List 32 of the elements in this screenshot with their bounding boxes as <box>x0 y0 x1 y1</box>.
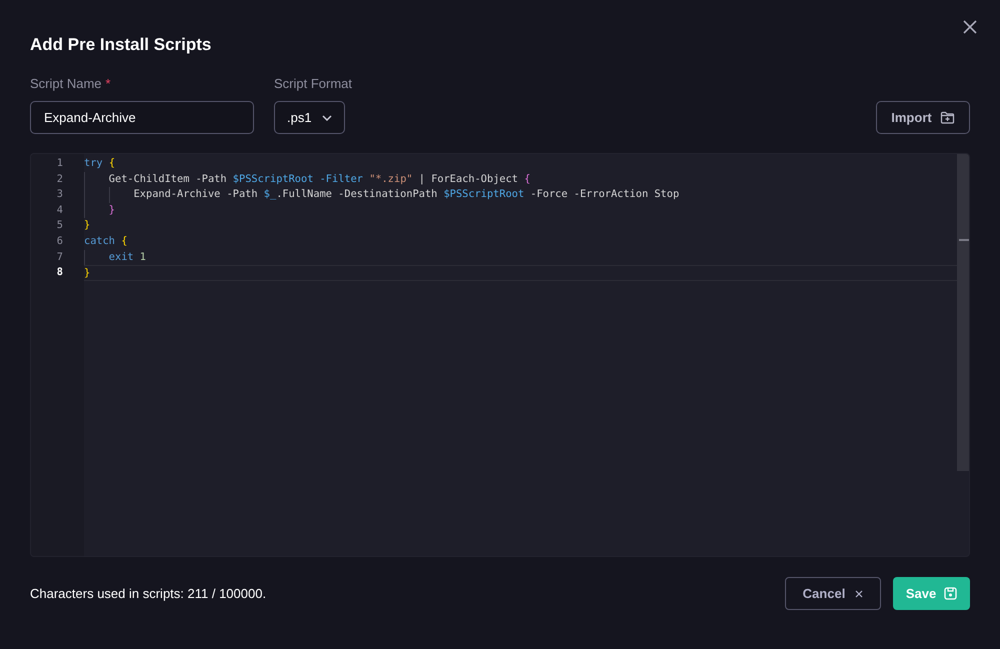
code-line: Expand-Archive -Path $_.FullName -DestinationPath $PSScriptRoot -Force -ErrorAction Stop <box>132 188 680 200</box>
close-icon <box>855 590 864 598</box>
field-label: Script Format <box>274 75 352 93</box>
line-number: 2 <box>56 172 63 187</box>
scrollbar[interactable] <box>957 154 969 471</box>
code-line: } <box>108 204 115 216</box>
cancel-button[interactable]: Cancel <box>785 577 881 610</box>
character-count: Characters used in scripts: 211 / 100000. <box>30 584 266 603</box>
code-line: Get-ChildItem -Path $PSScriptRoot -Filter "*.zip" | ForEach-Object { <box>108 172 530 185</box>
code-line: } <box>84 267 90 280</box>
line-number: 3 <box>56 187 63 202</box>
code-editor[interactable]: 1 2 3 4 5 6 7 8 try { Get-ChildItem -Path $PSScriptRoot -Filter "*.zip" | ForEach-Object { Expand-Archive -Path $_.FullName -DestinationPath $PSScriptRoot -Force -ErrorAction Stop } } catch { exit 1 } <box>30 153 970 557</box>
required-mark: * <box>106 75 111 93</box>
chevron-down-icon <box>322 114 332 120</box>
save-icon <box>944 587 958 600</box>
line-number: 6 <box>56 234 63 249</box>
line-number: 5 <box>56 218 63 234</box>
line-number: 8 <box>56 265 63 280</box>
import-button[interactable]: Import <box>876 101 970 134</box>
line-number: 1 <box>56 156 63 171</box>
script-format-dropdown[interactable]: .ps1 <box>274 101 345 134</box>
line-number: 4 <box>56 202 63 218</box>
code-line: exit 1 <box>108 250 146 263</box>
folder-plus-icon <box>940 111 955 124</box>
code-line: try { <box>84 157 116 169</box>
code-line: } <box>84 219 90 232</box>
line-number: 7 <box>56 250 63 265</box>
field-label: Script Name <box>30 75 102 93</box>
close-icon <box>962 19 978 35</box>
code-line: catch { <box>84 234 128 247</box>
script-name-field[interactable]: Expand-Archive <box>30 101 254 134</box>
dialog-title: Add Pre Install Scripts <box>30 34 212 56</box>
